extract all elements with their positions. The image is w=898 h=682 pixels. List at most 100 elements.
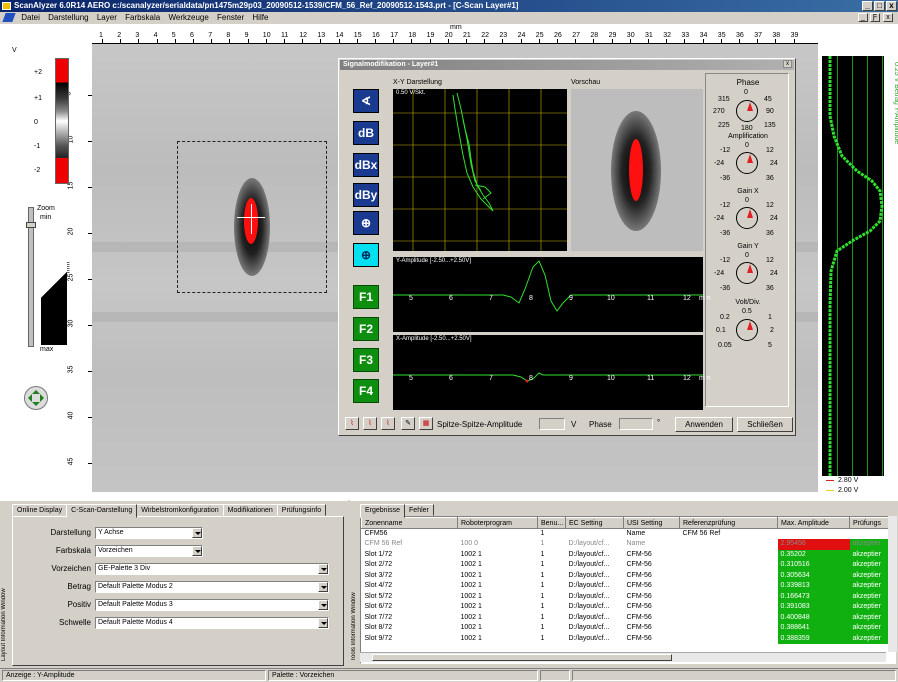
ruler-tick (484, 39, 486, 43)
zoom-slider-track[interactable] (28, 207, 34, 347)
ruler-tick (102, 39, 103, 43)
dbx-button[interactable]: dBx (353, 153, 379, 177)
table-row[interactable]: Slot 5/72 1002 1 1 D:/layout/cf... CFM-56 0.1… (362, 591, 895, 602)
dialog-close-button[interactable]: x (783, 60, 792, 68)
menu-farbskala[interactable]: Farbskala (122, 12, 163, 24)
table-vertical-scrollbar[interactable] (888, 516, 897, 652)
setting-row: Betrag Default Palette Modus 2 (13, 581, 343, 595)
color-scale-bar[interactable] (55, 58, 69, 184)
table-cell: CFM-56 (626, 624, 652, 632)
column-header[interactable]: USI Setting (623, 517, 680, 529)
ruler-tick (575, 39, 577, 43)
column-header[interactable]: EC Setting (565, 517, 624, 529)
table-row[interactable]: CFM56 1 Name CFM 56 Ref (362, 529, 896, 540)
mdi-close-button[interactable]: x (883, 13, 893, 22)
table-cell: Slot 3/72 (364, 571, 393, 579)
tab-fehler[interactable]: Fehler (404, 504, 434, 516)
table-cell: Name (626, 530, 646, 537)
scrollbar-thumb[interactable] (372, 654, 672, 661)
tab-pruefungsinfo[interactable]: Prüfungsinfo (276, 504, 327, 516)
amplification-dial[interactable] (736, 152, 758, 174)
dby-button[interactable]: dBy (353, 183, 379, 207)
table-row[interactable]: Slot 7/72 1002 1 1 D:/layout/cf... CFM-56 0.4… (362, 612, 895, 623)
ruler-tick (265, 39, 267, 43)
menu-darstellung[interactable]: Darstellung (45, 12, 91, 24)
column-header[interactable]: Referenzprüfung (679, 517, 778, 529)
ruler-top-tick-label: 7 (208, 32, 213, 39)
table-cell: 1002 1 (460, 561, 482, 569)
signal-mod-icon-button[interactable]: ⌇ (363, 417, 377, 430)
signal-filter-icon-button[interactable]: ⌇ (381, 417, 395, 430)
table-cell: 0.339813 (777, 581, 850, 592)
cursor-tool-button[interactable]: ⊕ (353, 243, 379, 267)
db-button[interactable]: dB (353, 121, 379, 145)
table-cell: 1 (540, 592, 545, 600)
f4-button[interactable]: F4 (353, 379, 379, 403)
table-cell: Name (626, 540, 646, 548)
table-cell: CFM-56 (626, 550, 652, 558)
table-row[interactable]: Slot 4/72 1002 1 1 D:/layout/cf... CFM-56 0.3… (362, 581, 895, 592)
tab-wirbelstromkonfiguration[interactable]: Wirbelstromkonfiguration (136, 504, 224, 516)
column-header[interactable]: Benu... (537, 517, 566, 529)
table-row[interactable]: Slot 8/72 1002 1 1 D:/layout/cf... CFM-56 0.3… (362, 623, 895, 634)
betrag-select[interactable]: Default Palette Modus 2 (95, 581, 329, 593)
ruler-tick (629, 39, 631, 43)
ruler-tick (88, 417, 92, 418)
tab-online-display[interactable]: Online Display (12, 504, 68, 516)
x-amplitude-plot[interactable]: X-Amplitude [-2.50...+2.50V] 5 6 7 8 9 1… (393, 335, 711, 410)
table-horizontal-scrollbar[interactable] (360, 652, 886, 662)
xy-display-plot[interactable]: 0.50 V/Skt. (393, 89, 567, 251)
ruler-tick (211, 39, 213, 43)
table-row[interactable]: Slot 2/72 1002 1 1 D:/layout/cf... CFM-56 0.3… (362, 560, 895, 571)
menu-hilfe[interactable]: Hilfe (249, 12, 271, 24)
legend-item: 2.00 V (826, 487, 858, 494)
schwelle-select[interactable]: Default Palette Modus 4 (95, 617, 329, 629)
grid-icon-button[interactable]: ▦ (419, 417, 433, 430)
pan-navigation-icon[interactable] (24, 386, 48, 410)
vorzeichen-select[interactable]: GE-Palette 3 Div (95, 563, 329, 575)
table-row[interactable]: Slot 9/72 1002 1 1 D:/layout/cf... CFM-56 0.3… (362, 633, 895, 644)
center-tool-button[interactable]: ⊕ (353, 211, 379, 235)
menu-fenster[interactable]: Fenster (214, 12, 247, 24)
gain-y-dial[interactable] (736, 262, 758, 284)
minimize-button[interactable]: _ (862, 1, 873, 11)
menu-werkzeuge[interactable]: Werkzeuge (165, 12, 211, 24)
table-row[interactable]: Slot 1/72 1002 1 1 D:/layout/cf... CFM-56 0.3… (362, 549, 895, 560)
mdi-restore-button[interactable]: Ƒ (870, 13, 880, 22)
f3-button[interactable]: F3 (353, 348, 379, 372)
phase-dial[interactable] (736, 100, 758, 122)
table-row[interactable]: CFM 56 Ref 100 0 1 D:/layout/cf... Name 2.954… (362, 539, 895, 550)
gain-x-dial[interactable] (736, 207, 758, 229)
column-header[interactable]: Roboterprogram (457, 517, 538, 529)
farbskala-select[interactable]: Vorzeichen (95, 545, 203, 557)
maximize-button[interactable]: □ (874, 1, 885, 11)
tab-c-scan-darstellung[interactable]: C-Scan-Darstellung (66, 504, 138, 518)
y-amplitude-plot[interactable]: Y-Amplitude [-2.50...+2.50V] 5 6 7 8 9 1… (393, 257, 711, 332)
table-cell: CFM-56 (626, 592, 652, 600)
table-row[interactable]: Slot 3/72 1002 1 1 D:/layout/cf... CFM-56 0.3… (362, 570, 895, 581)
menu-layer[interactable]: Layer (94, 12, 120, 24)
column-header[interactable]: Zonenname (361, 517, 458, 529)
f1-button[interactable]: F1 (353, 285, 379, 309)
edit-icon-button[interactable]: ✎ (401, 417, 415, 430)
close-button[interactable]: x (886, 1, 897, 11)
menu-datei[interactable]: Datei (18, 12, 43, 24)
apply-button[interactable]: Anwenden (675, 417, 733, 432)
positiv-select[interactable]: Default Palette Modus 3 (95, 599, 329, 611)
close-dialog-button[interactable]: Schließen (737, 417, 793, 432)
ruler-tick (320, 39, 322, 43)
darstellung-select[interactable]: Y Achse (95, 527, 203, 539)
angle-tool-button[interactable]: ∢ (353, 89, 379, 113)
ruler-top-unit: mm (450, 24, 462, 31)
table-row[interactable]: Slot 6/72 1002 1 1 D:/layout/cf... CFM-56 0.3… (362, 602, 895, 613)
signal-icon-button[interactable]: ⌇ (345, 417, 359, 430)
mdi-minimize-button[interactable]: _ (858, 13, 868, 22)
tab-modifikationen[interactable]: Modifikationen (222, 504, 278, 516)
tab-ergebnisse[interactable]: Ergebnisse (360, 504, 406, 518)
column-header[interactable]: Max. Amplitude (777, 517, 850, 529)
volt-div-dial[interactable] (736, 319, 758, 341)
f2-button[interactable]: F2 (353, 317, 379, 341)
ruler-tick (120, 39, 122, 43)
zoom-slider-handle[interactable] (26, 222, 36, 228)
results-table[interactable]: Zonenname Roboterprogram Benu... EC Sett… (360, 516, 896, 664)
